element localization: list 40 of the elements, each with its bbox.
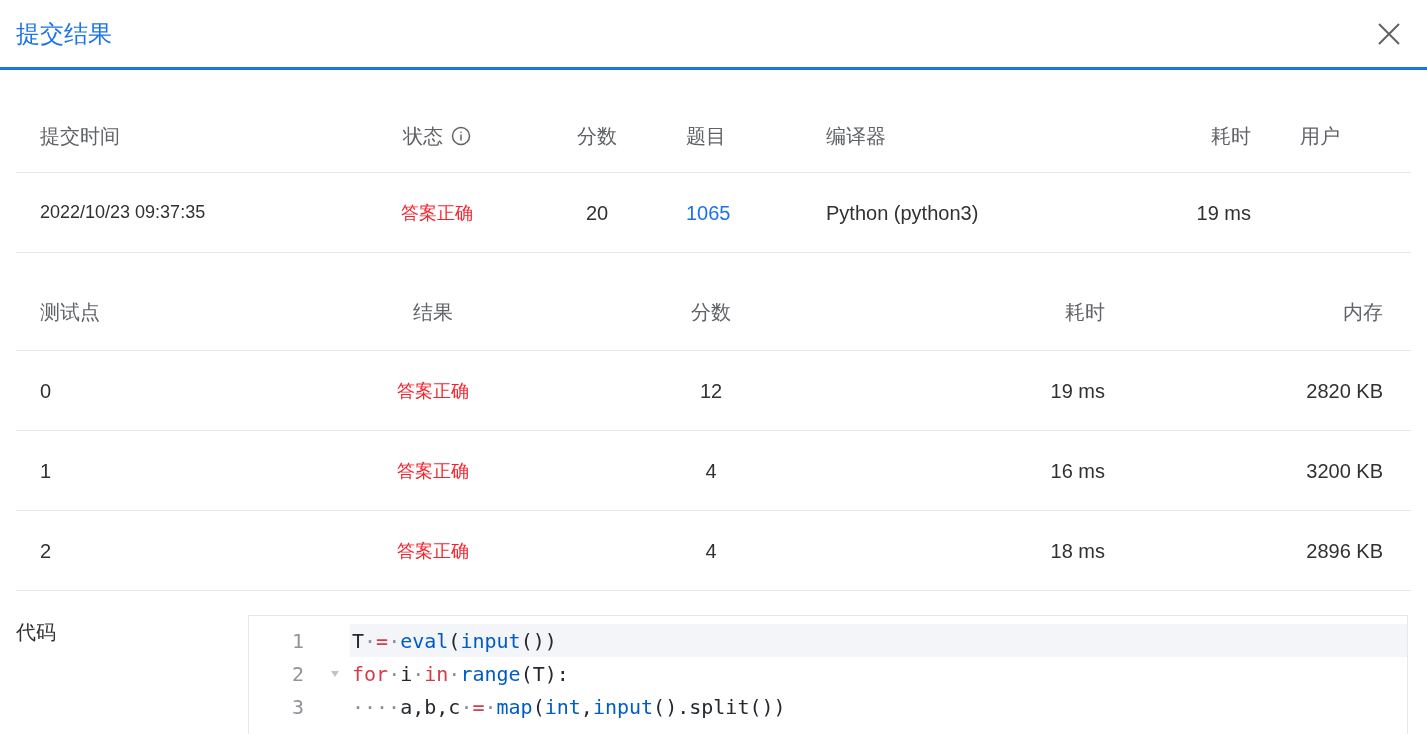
dialog-title: 提交结果 — [16, 18, 112, 50]
time-text: 16 ms — [1050, 458, 1105, 484]
test-case: 2 — [40, 538, 52, 564]
code-editor[interactable]: 1 T·=·eval(input()) 2 for·i·in·range(T): 3 ····a,b,c·=·map(int,input().split()) — [248, 615, 1408, 734]
submit-time: 2022/10/23 09:37:35 — [40, 201, 206, 224]
code-label: 代码 — [16, 619, 57, 646]
column-header: 提交时间 — [40, 123, 120, 150]
memory-text: 2896 KB — [1306, 538, 1383, 564]
column-header: 耗时 — [1065, 298, 1105, 326]
column-header: 状态 — [403, 123, 443, 150]
column-header: 耗时 — [1211, 123, 1251, 150]
score-text: 4 — [705, 538, 717, 564]
result-text: 答案正确 — [397, 459, 469, 483]
compiler-text: Python (python3) — [826, 200, 979, 226]
line-number: 3 — [290, 693, 304, 721]
score-text: 4 — [705, 458, 717, 484]
problem-link[interactable]: 1065 — [686, 197, 731, 228]
column-header: 结果 — [413, 298, 453, 326]
result-text: 答案正确 — [397, 379, 469, 403]
column-header: 测试点 — [40, 298, 100, 326]
duration-text: 19 ms — [1196, 200, 1251, 226]
line-number: 1 — [290, 627, 304, 655]
column-header: 用户 — [1300, 123, 1340, 150]
score-text: 12 — [699, 378, 723, 404]
column-header: 分数 — [577, 123, 617, 150]
result-text: 答案正确 — [397, 539, 469, 563]
close-icon[interactable] — [1377, 21, 1401, 46]
memory-text: 2820 KB — [1306, 378, 1383, 404]
test-case: 0 — [40, 378, 52, 404]
status-text: 答案正确 — [401, 201, 473, 225]
time-text: 18 ms — [1050, 538, 1105, 564]
score-text: 20 — [585, 200, 609, 226]
column-header: 分数 — [691, 298, 731, 326]
column-header: 内存 — [1343, 298, 1383, 326]
line-number: 2 — [290, 660, 304, 688]
column-header: 编译器 — [826, 123, 886, 150]
memory-text: 3200 KB — [1306, 458, 1383, 484]
time-text: 19 ms — [1050, 378, 1105, 404]
column-header: 题目 — [686, 123, 726, 150]
test-case: 1 — [40, 458, 52, 484]
